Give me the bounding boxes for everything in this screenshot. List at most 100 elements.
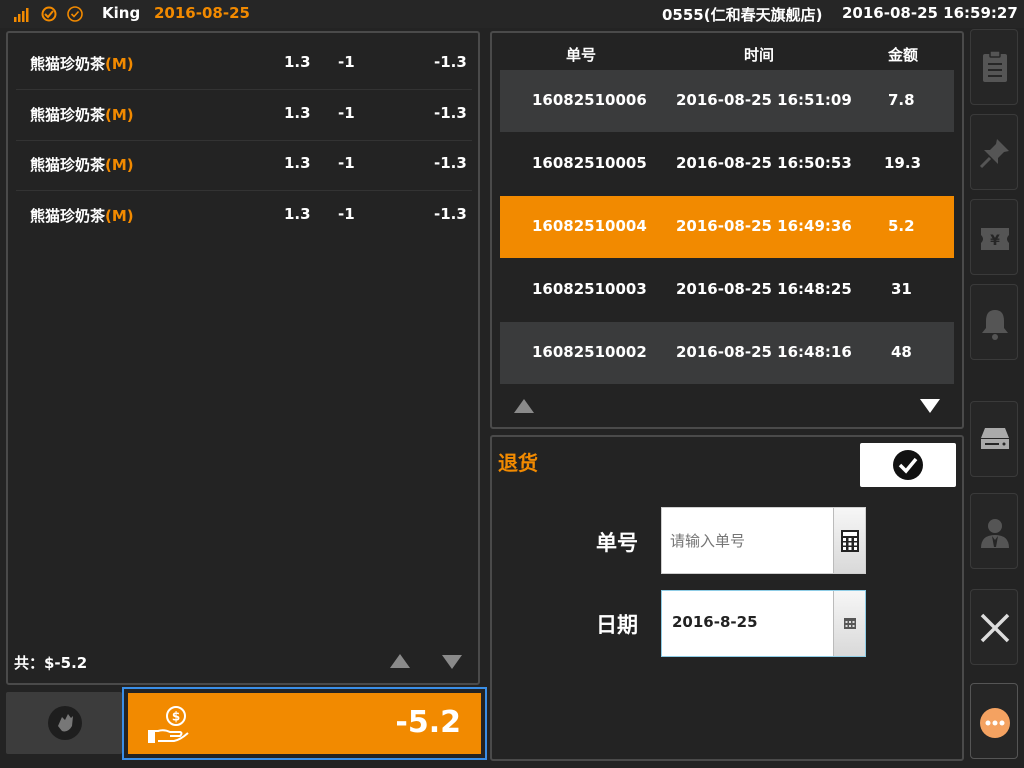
sync-icon: [41, 6, 57, 22]
clipboard-icon: [983, 50, 1007, 82]
order-id: 16082510006: [532, 91, 647, 109]
current-datetime: 2016-08-25 16:59:27: [842, 4, 1018, 22]
hand-button[interactable]: [6, 692, 122, 754]
item-size: (M): [105, 106, 134, 124]
sidebar-more-button[interactable]: [970, 683, 1018, 759]
item-total: -1.3: [434, 205, 467, 223]
item-price: 1.3: [284, 53, 311, 71]
keypad-icon: [841, 530, 859, 552]
table-row-selected[interactable]: 16082510004 2016-08-25 16:49:36 5.2: [500, 196, 954, 258]
order-amount: 31: [891, 280, 912, 298]
list-item[interactable]: 熊猫珍奶茶(M) 1.3 -1 -1.3: [16, 90, 472, 141]
item-name: 熊猫珍奶茶: [30, 106, 106, 124]
order-id: 16082510002: [532, 343, 647, 361]
orders-scroll-up-icon[interactable]: [514, 399, 534, 413]
table-row[interactable]: 16082510003 2016-08-25 16:48:25 31: [500, 259, 954, 321]
item-total: -1.3: [434, 154, 467, 172]
bell-icon: [982, 310, 1008, 340]
order-time: 2016-08-25 16:48:25: [676, 280, 852, 298]
order-amount: 48: [891, 343, 912, 361]
pay-button-focus: $ -5.2: [122, 687, 487, 760]
item-size: (M): [105, 156, 134, 174]
svg-text:$: $: [172, 710, 180, 724]
item-price: 1.3: [284, 154, 311, 172]
table-row[interactable]: 16082510006 2016-08-25 16:51:09 7.8: [500, 70, 954, 132]
top-bar: King 2016-08-25 0555(仁和春天旗舰店) 2016-08-25…: [0, 0, 1024, 28]
order-time: 2016-08-25 16:49:36: [676, 217, 852, 235]
order-time: 2016-08-25 16:50:53: [676, 154, 852, 172]
date-value[interactable]: 2016-8-25: [672, 613, 758, 631]
table-row[interactable]: 16082510005 2016-08-25 16:50:53 19.3: [500, 133, 954, 195]
total-summary: 共：$-5.2: [14, 654, 88, 672]
order-amount: 19.3: [884, 154, 922, 172]
confirm-button[interactable]: [860, 443, 956, 487]
sidebar-pin-button[interactable]: [970, 114, 1018, 190]
return-title: 退货: [498, 451, 538, 475]
item-qty: -1: [338, 104, 355, 122]
order-time: 2016-08-25 16:48:16: [676, 343, 852, 361]
table-row[interactable]: 16082510002 2016-08-25 16:48:16 48: [500, 322, 954, 384]
user-icon: [981, 519, 1009, 548]
date-picker-button[interactable]: [833, 591, 865, 656]
orders-panel: 单号 时间 金额 16082510006 2016-08-25 16:51:09…: [490, 31, 964, 429]
item-total: -1.3: [434, 53, 467, 71]
order-number-label: 单号: [596, 531, 638, 555]
order-id: 16082510005: [532, 154, 647, 172]
keypad-button[interactable]: [833, 508, 865, 573]
item-qty: -1: [338, 154, 355, 172]
signal-icon: [14, 8, 29, 22]
order-id: 16082510003: [532, 280, 647, 298]
sidebar-notification-button[interactable]: [970, 284, 1018, 360]
list-item[interactable]: 熊猫珍奶茶(M) 1.3 -1 -1.3: [16, 140, 472, 191]
sidebar-user-button[interactable]: [970, 493, 1018, 569]
ticket-yen-icon: ¥: [981, 228, 1009, 250]
pay-button[interactable]: $ -5.2: [128, 693, 481, 754]
order-number-field: [661, 507, 866, 574]
column-header-time: 时间: [744, 46, 775, 64]
date-field: 2016-8-25: [661, 590, 866, 657]
item-name: 熊猫珍奶茶: [30, 156, 106, 174]
scroll-down-icon[interactable]: [442, 655, 462, 669]
sidebar-coupon-button[interactable]: ¥: [970, 199, 1018, 275]
pin-icon: [979, 139, 1009, 169]
order-amount: 7.8: [888, 91, 915, 109]
sidebar-clipboard-button[interactable]: [970, 29, 1018, 105]
item-name: 熊猫珍奶茶: [30, 55, 106, 73]
item-price: 1.3: [284, 205, 311, 223]
order-number-input[interactable]: [668, 528, 832, 554]
date-label: 日期: [596, 613, 638, 637]
item-total: -1.3: [434, 104, 467, 122]
business-date: 2016-08-25: [154, 4, 250, 22]
order-items-panel: 熊猫珍奶茶(M) 1.3 -1 -1.3 熊猫珍奶茶(M) 1.3 -1 -1.…: [6, 31, 480, 685]
list-item[interactable]: 熊猫珍奶茶(M) 1.3 -1 -1.3: [16, 39, 472, 90]
item-price: 1.3: [284, 104, 311, 122]
item-size: (M): [105, 55, 134, 73]
item-qty: -1: [338, 205, 355, 223]
pay-amount: -5.2: [395, 705, 461, 740]
order-time: 2016-08-25 16:51:09: [676, 91, 852, 109]
cash-drawer-icon: [981, 428, 1009, 449]
item-size: (M): [105, 207, 134, 225]
orders-scroll-down-icon[interactable]: [920, 399, 940, 413]
user-name: King: [102, 4, 141, 22]
column-header-id: 单号: [566, 46, 597, 64]
hand-wave-icon: [48, 706, 82, 740]
scroll-up-icon[interactable]: [390, 654, 410, 668]
calendar-icon: [844, 618, 856, 629]
sidebar-close-button[interactable]: [970, 589, 1018, 665]
sidebar-cash-drawer-button[interactable]: [970, 401, 1018, 477]
svg-text:¥: ¥: [990, 233, 1000, 249]
item-name: 熊猫珍奶茶: [30, 207, 106, 225]
order-id: 16082510004: [532, 217, 647, 235]
store-name: 0555(仁和春天旗舰店): [662, 6, 823, 24]
check-circle-icon: [67, 6, 83, 22]
list-item[interactable]: 熊猫珍奶茶(M) 1.3 -1 -1.3: [16, 191, 472, 241]
return-form-panel: 退货 单号 日期 2016-8-25: [490, 435, 964, 761]
checkmark-icon: [893, 450, 923, 480]
item-qty: -1: [338, 53, 355, 71]
more-icon: [980, 708, 1010, 738]
payment-hand-icon: $: [148, 706, 189, 743]
close-icon: [980, 613, 1010, 643]
order-amount: 5.2: [888, 217, 915, 235]
column-header-amount: 金额: [888, 46, 919, 64]
